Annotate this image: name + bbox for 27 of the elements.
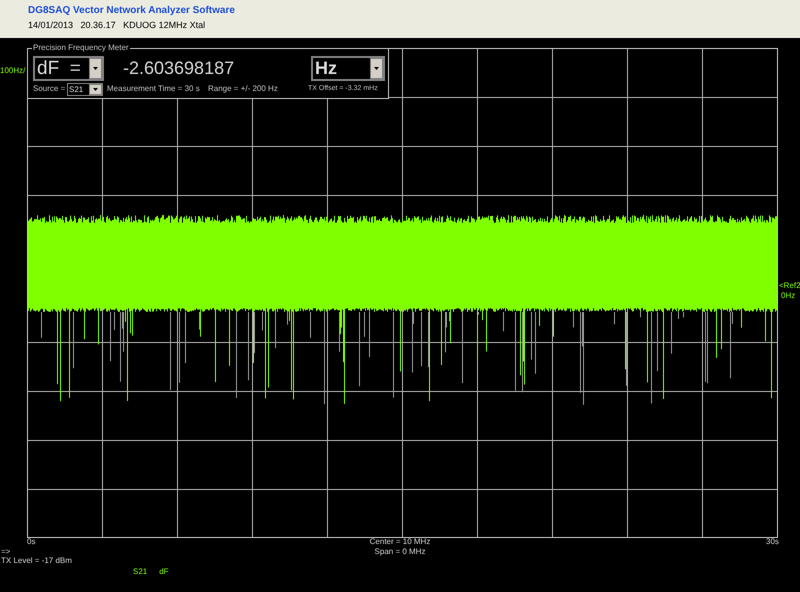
x-start-label: 0s <box>27 537 36 547</box>
unit-select[interactable]: Hz <box>311 56 385 81</box>
reference-marker: <Ref2 <box>779 281 800 291</box>
span-frequency: Span = 0 MHz <box>374 547 426 557</box>
x-end-label: 30s <box>766 537 779 547</box>
dropdown-button[interactable] <box>370 58 383 79</box>
center-frequency: Center = 10 MHz <box>370 537 430 547</box>
trace-label: dF <box>159 567 169 576</box>
dropdown-button[interactable] <box>89 84 102 95</box>
reference-value: 0Hz <box>781 291 796 301</box>
caret-icon <box>93 88 98 91</box>
quantity-select[interactable]: dF = <box>33 56 104 81</box>
trace-label: S21 <box>133 567 148 576</box>
range-label: Range = +/- 200 Hz <box>208 84 278 94</box>
caret-icon <box>374 67 379 70</box>
caret-icon <box>93 67 98 70</box>
window-subtitle: 14/01/2013 20.36.17 KDUOG 12MHz Xtal <box>28 20 206 31</box>
dropdown-button[interactable] <box>89 58 102 79</box>
source-select[interactable]: S21 <box>67 83 103 96</box>
window-title: DG8SAQ Vector Network Analyzer Software <box>28 5 236 17</box>
meter-title: Precision Frequency Meter <box>32 43 130 53</box>
frequency-reading: -2.603698187 <box>123 58 234 78</box>
y-scale-label: 100Hz/ <box>0 65 26 77</box>
tx-level: TX Level = -17 dBm <box>1 556 72 565</box>
command-prompt: => <box>1 547 10 556</box>
measurement-time: Measurement Time = 30 s <box>107 84 200 94</box>
source-label: Source = <box>33 84 66 94</box>
